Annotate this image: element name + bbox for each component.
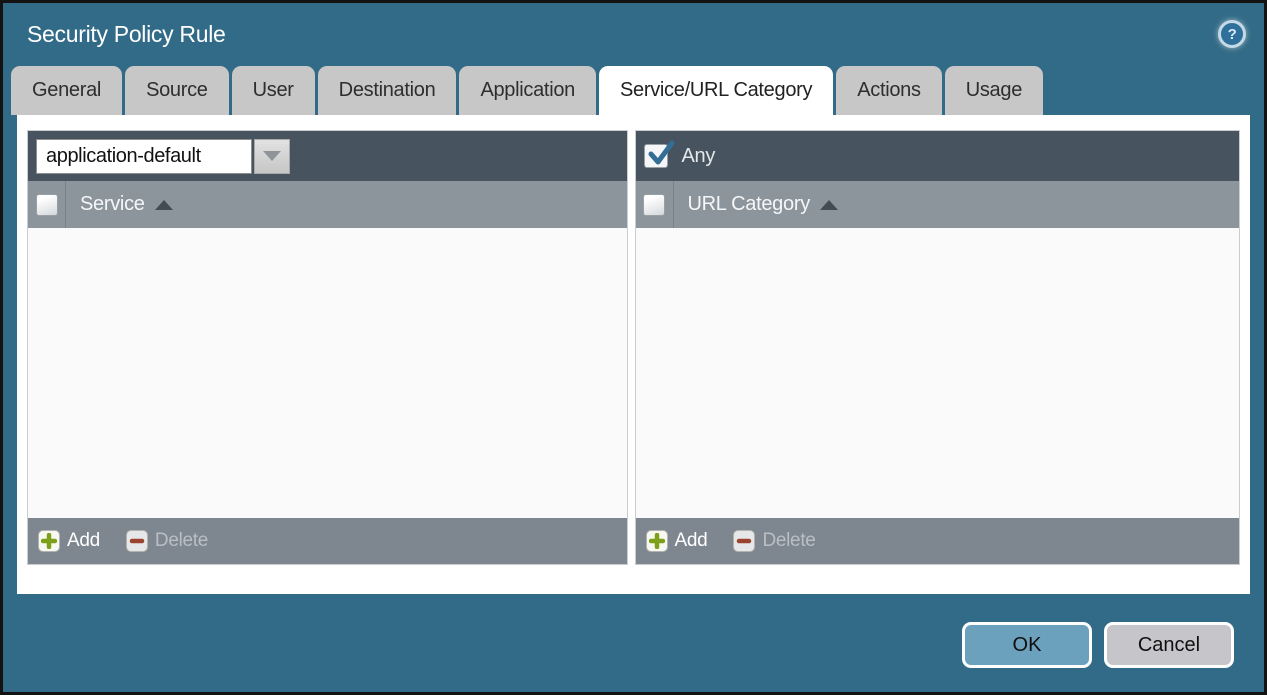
delete-label: Delete [155, 530, 208, 552]
service-column-label[interactable]: Service [80, 193, 173, 216]
url-category-column-header: URL Category [636, 181, 1239, 228]
service-type-dropdown[interactable]: application-default [36, 139, 290, 174]
tab-strip: General Source User Destination Applicat… [3, 65, 1264, 115]
url-category-column-label[interactable]: URL Category [688, 193, 838, 216]
service-select-all-checkbox[interactable] [36, 194, 58, 216]
service-list-body[interactable] [28, 228, 627, 518]
dialog-action-bar: OK Cancel [962, 622, 1234, 668]
dialog-title: Security Policy Rule [27, 21, 1218, 48]
any-checkbox[interactable] [644, 144, 668, 168]
url-category-toolbar: Any [636, 131, 1239, 181]
service-column-header: Service [28, 181, 627, 228]
url-category-select-all-checkbox[interactable] [643, 194, 665, 216]
url-category-panel: Any URL Category Add Delet [635, 130, 1240, 565]
help-icon[interactable]: ? [1218, 20, 1246, 48]
add-icon [38, 530, 60, 552]
tab-content-service-url-category: application-default Service Add [17, 115, 1250, 594]
delete-icon [126, 530, 148, 552]
tab-usage[interactable]: Usage [945, 66, 1043, 115]
url-category-footer: Add Delete [636, 518, 1239, 564]
add-icon [646, 530, 668, 552]
service-column-text: Service [80, 193, 145, 216]
url-category-delete-button[interactable]: Delete [733, 530, 815, 552]
url-category-list-body[interactable] [636, 228, 1239, 518]
dialog-titlebar: Security Policy Rule ? [3, 3, 1264, 65]
dropdown-arrow-button[interactable] [254, 139, 290, 174]
sort-ascending-icon [820, 200, 838, 210]
url-category-select-all-cell [636, 181, 674, 228]
delete-icon [733, 530, 755, 552]
chevron-down-icon [263, 151, 281, 161]
service-add-button[interactable]: Add [38, 530, 100, 552]
service-footer: Add Delete [28, 518, 627, 564]
service-toolbar: application-default [28, 131, 627, 181]
service-panel: application-default Service Add [27, 130, 628, 565]
security-policy-rule-dialog: { "dialog": { "title": "Security Policy … [0, 0, 1267, 695]
tab-general[interactable]: General [11, 66, 122, 115]
add-label: Add [67, 530, 100, 552]
tab-user[interactable]: User [232, 66, 315, 115]
tab-source[interactable]: Source [125, 66, 229, 115]
service-type-value[interactable]: application-default [36, 139, 252, 174]
cancel-button[interactable]: Cancel [1104, 622, 1234, 668]
ok-button[interactable]: OK [962, 622, 1092, 668]
service-delete-button[interactable]: Delete [126, 530, 208, 552]
sort-ascending-icon [155, 200, 173, 210]
url-category-add-button[interactable]: Add [646, 530, 708, 552]
delete-label: Delete [762, 530, 815, 552]
any-checkbox-label[interactable]: Any [682, 145, 716, 168]
tab-service-url-category[interactable]: Service/URL Category [599, 66, 833, 115]
add-label: Add [675, 530, 708, 552]
tab-actions[interactable]: Actions [836, 66, 942, 115]
tab-application[interactable]: Application [459, 66, 596, 115]
url-category-column-text: URL Category [688, 193, 810, 216]
service-select-all-cell [28, 181, 66, 228]
tab-destination[interactable]: Destination [318, 66, 457, 115]
